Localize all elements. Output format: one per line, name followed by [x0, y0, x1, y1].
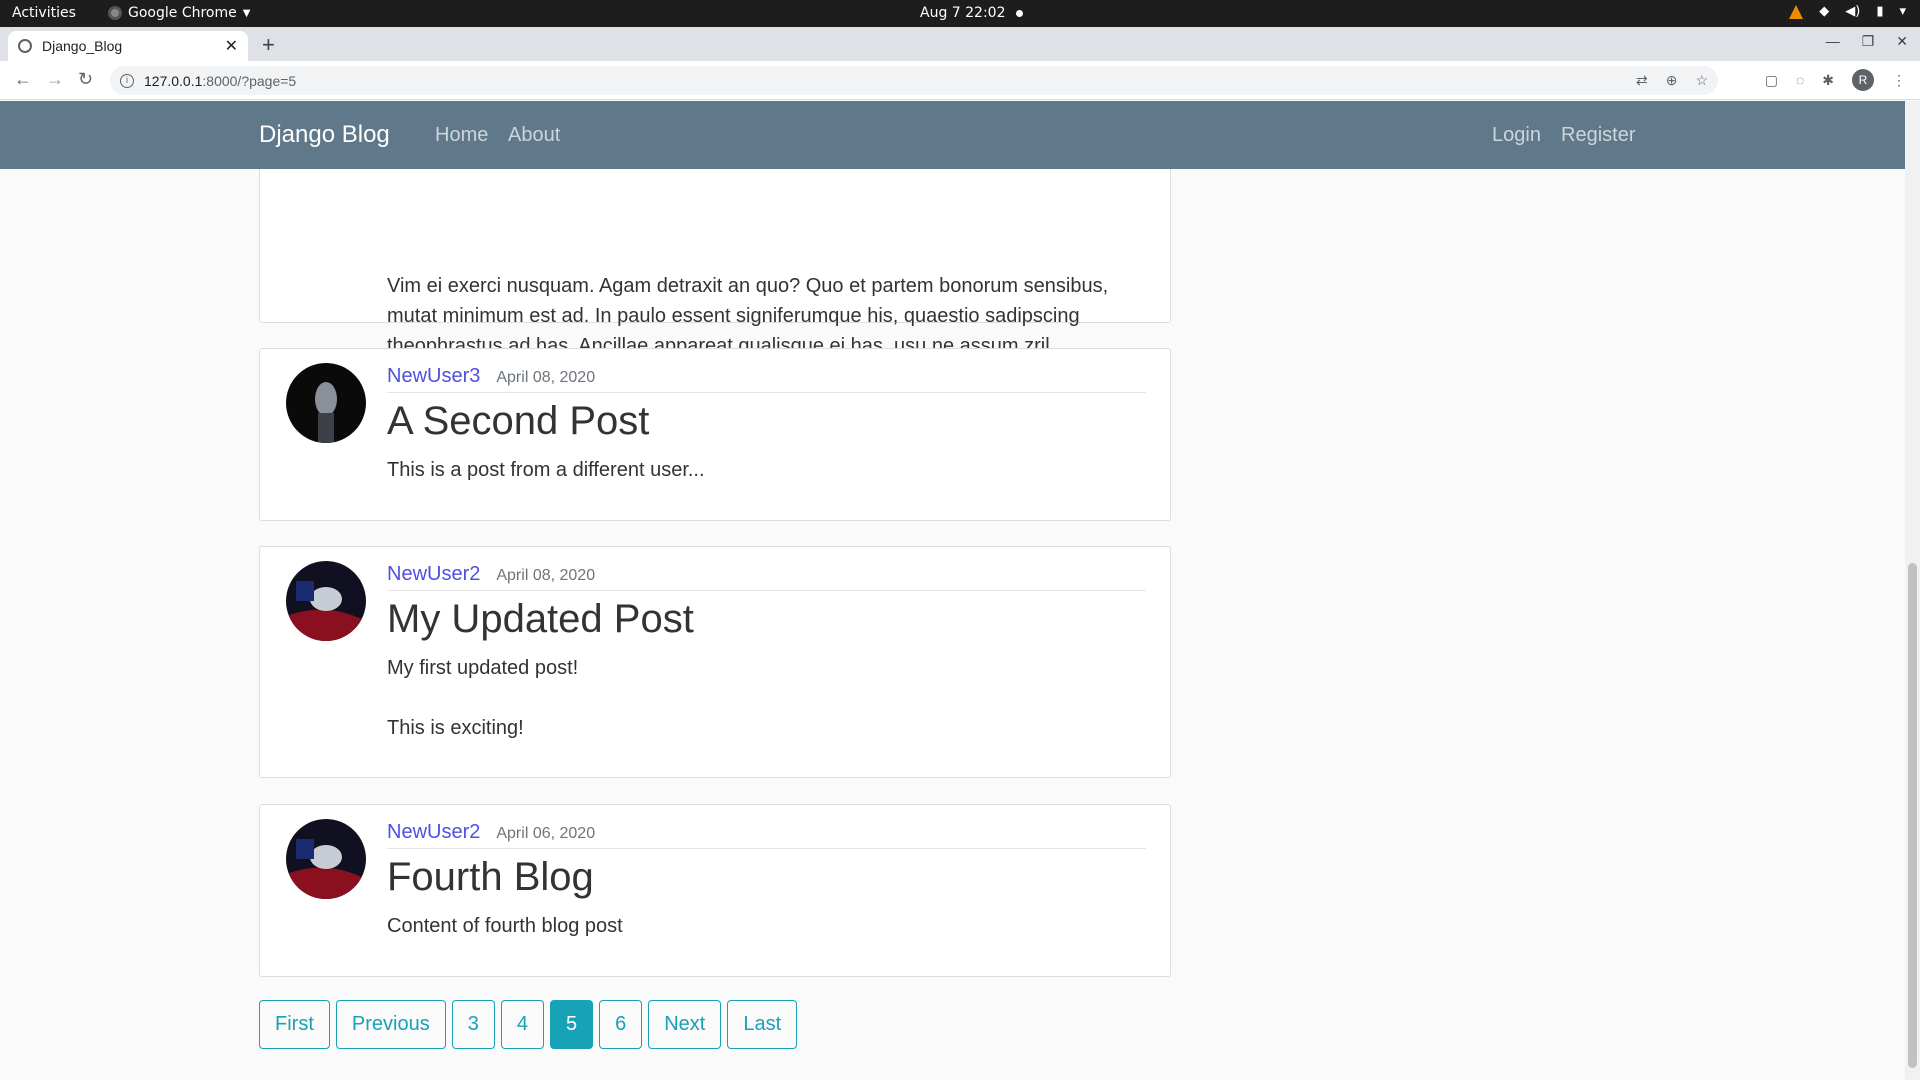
new-tab-icon[interactable]: + — [262, 32, 275, 58]
brand-link[interactable]: Django Blog — [259, 121, 390, 149]
avatar — [286, 561, 366, 641]
browser-tab[interactable]: Django_Blog ✕ — [8, 31, 248, 61]
close-window-icon[interactable]: ✕ — [1896, 33, 1908, 50]
post-date: April 06, 2020 — [496, 825, 596, 842]
nav-register[interactable]: Register — [1561, 124, 1635, 147]
page-3-button[interactable]: 3 — [451, 1000, 495, 1049]
nav-login[interactable]: Login — [1492, 124, 1541, 147]
post-title[interactable]: My Updated Post — [387, 597, 694, 642]
extension-icon[interactable]: ◌ — [1796, 72, 1804, 88]
site-navbar: Django Blog Home About Login Register — [0, 101, 1905, 169]
post-title[interactable]: A Second Post — [387, 399, 649, 444]
page-next-button[interactable]: Next — [648, 1000, 722, 1049]
puzzle-icon[interactable]: ✱ — [1822, 72, 1834, 89]
avatar — [286, 363, 366, 443]
battery-icon: ▮ — [1876, 4, 1884, 19]
scrollbar-thumb[interactable] — [1908, 563, 1917, 1068]
zoom-icon[interactable]: ⊕ — [1666, 72, 1678, 89]
page-4-button[interactable]: 4 — [500, 1000, 544, 1049]
activities-button[interactable]: Activities — [12, 5, 76, 21]
caret-down-icon: ▼ — [242, 7, 251, 19]
post-meta: NewUser2 April 06, 2020 — [387, 821, 1146, 849]
profile-avatar[interactable]: R — [1852, 69, 1874, 91]
notification-dot-icon — [1015, 9, 1023, 17]
wifi-icon: ◆ — [1819, 4, 1830, 19]
post-body: My first updated post! This is exciting! — [387, 657, 579, 739]
address-bar[interactable]: i 127.0.0.1:8000/?page=5 ⇄ ⊕ ☆ — [110, 66, 1718, 95]
app-menu[interactable]: Google Chrome ▼ — [108, 5, 250, 21]
nav-about[interactable]: About — [508, 124, 560, 147]
omnibox-actions: ⇄ ⊕ ☆ — [1636, 72, 1708, 89]
author-link[interactable]: NewUser2 — [387, 821, 480, 844]
page-scrollbar[interactable] — [1905, 101, 1920, 1080]
page-viewport: Django Blog Home About Login Register Vi… — [0, 101, 1905, 1080]
minimize-icon[interactable]: — — [1826, 33, 1840, 50]
post-title[interactable]: Fourth Blog — [387, 855, 594, 900]
extensions-area: ▢ ◌ ✱ R ⋮ — [1765, 69, 1906, 91]
tab-title: Django_Blog — [42, 38, 123, 54]
system-tray[interactable]: ◆ ◀) ▮ ▾ — [1789, 4, 1906, 19]
clock-text: Aug 7 22:02 — [920, 5, 1006, 21]
post-card: NewUser2 April 06, 2020 Fourth Blog Cont… — [259, 804, 1171, 977]
author-link[interactable]: NewUser2 — [387, 563, 480, 586]
tab-strip: Django_Blog ✕ + — ❐ ✕ — [0, 27, 1920, 61]
globe-icon — [18, 39, 32, 53]
chrome-icon — [108, 6, 122, 20]
page-6-button[interactable]: 6 — [599, 1000, 643, 1049]
post-body: This is a post from a different user... — [387, 459, 705, 481]
forward-icon[interactable]: → — [46, 69, 64, 90]
menu-kebab-icon[interactable]: ⋮ — [1892, 72, 1906, 89]
clock[interactable]: Aug 7 22:02 — [920, 5, 1023, 21]
system-top-bar: Activities Google Chrome ▼ Aug 7 22:02 ◆… — [0, 0, 1920, 27]
post-date: April 08, 2020 — [496, 567, 596, 584]
post-meta: NewUser3 April 08, 2020 — [387, 365, 1146, 393]
nav-home[interactable]: Home — [435, 124, 488, 147]
url-host: 127.0.0.1 — [144, 72, 203, 89]
close-tab-icon[interactable]: ✕ — [225, 36, 238, 56]
post-card: NewUser3 April 08, 2020 A Second Post Th… — [259, 348, 1171, 521]
url-path: :8000/?page=5 — [202, 72, 297, 89]
post-date: April 08, 2020 — [496, 369, 596, 386]
extension-icon[interactable]: ▢ — [1765, 72, 1778, 89]
power-menu-icon: ▾ — [1899, 4, 1906, 19]
pagination: First Previous 3 4 5 6 Next Last — [259, 1000, 798, 1049]
window-controls: — ❐ ✕ — [1826, 33, 1908, 50]
post-body: Content of fourth blog post — [387, 915, 623, 937]
post-meta: NewUser2 April 08, 2020 — [387, 563, 1146, 591]
avatar — [286, 819, 366, 899]
author-link[interactable]: NewUser3 — [387, 365, 480, 388]
browser-toolbar: ← → ↻ i 127.0.0.1:8000/?page=5 ⇄ ⊕ ☆ ▢ ◌… — [0, 61, 1920, 100]
bookmark-star-icon[interactable]: ☆ — [1695, 72, 1708, 89]
app-name: Google Chrome — [128, 5, 237, 21]
page-last-button[interactable]: Last — [727, 1000, 798, 1049]
page-5-button-current[interactable]: 5 — [549, 1000, 594, 1049]
back-icon[interactable]: ← — [14, 69, 32, 90]
translate-icon[interactable]: ⇄ — [1636, 72, 1648, 89]
restore-icon[interactable]: ❐ — [1862, 33, 1875, 50]
post-card: NewUser2 April 08, 2020 My Updated Post … — [259, 546, 1171, 778]
volume-icon: ◀) — [1845, 4, 1861, 19]
site-info-icon[interactable]: i — [120, 73, 134, 88]
reload-icon[interactable]: ↻ — [78, 69, 93, 90]
page-previous-button[interactable]: Previous — [335, 1000, 446, 1049]
vlc-icon[interactable] — [1789, 4, 1804, 19]
page-first-button[interactable]: First — [259, 1000, 330, 1049]
